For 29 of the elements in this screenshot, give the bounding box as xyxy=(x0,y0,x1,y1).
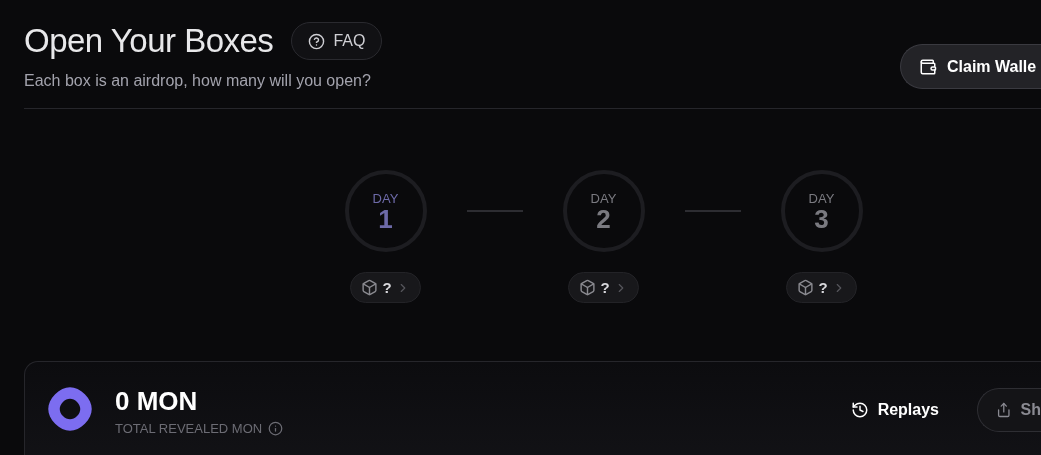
share-button[interactable]: Sh xyxy=(977,388,1041,432)
day-number: 3 xyxy=(814,205,829,232)
box-count-button[interactable]: ? xyxy=(350,272,421,303)
total-amount: 0 MON xyxy=(115,386,199,417)
replays-button[interactable]: Replays xyxy=(844,400,945,420)
day-circle[interactable]: DAY 1 xyxy=(344,170,427,252)
box-icon xyxy=(579,279,597,296)
logo-icon xyxy=(47,386,93,432)
faq-button[interactable]: FAQ xyxy=(291,22,383,60)
info-icon xyxy=(268,421,284,436)
box-icon xyxy=(361,279,379,296)
box-count-button[interactable]: ? xyxy=(568,272,639,303)
history-icon xyxy=(850,401,869,419)
help-icon xyxy=(308,32,326,50)
box-count-button[interactable]: ? xyxy=(786,272,857,303)
day-circle[interactable]: DAY 3 xyxy=(780,170,863,252)
day-label: DAY xyxy=(372,190,399,206)
page-title: Open Your Boxes xyxy=(24,22,274,60)
box-icon xyxy=(797,279,815,296)
day-label: DAY xyxy=(808,190,835,206)
day-label: DAY xyxy=(590,190,617,206)
day-number: 1 xyxy=(378,205,393,232)
day-number: 2 xyxy=(596,205,611,232)
claim-wallet-button[interactable]: Claim Walle xyxy=(900,44,1041,89)
total-caption: TOTAL REVEALED MON xyxy=(115,421,263,436)
wallet-icon xyxy=(919,57,937,76)
subtitle: Each box is an airdrop, how many will you open? xyxy=(24,72,372,90)
share-icon xyxy=(996,401,1012,419)
day-circle[interactable]: DAY 2 xyxy=(562,170,645,252)
